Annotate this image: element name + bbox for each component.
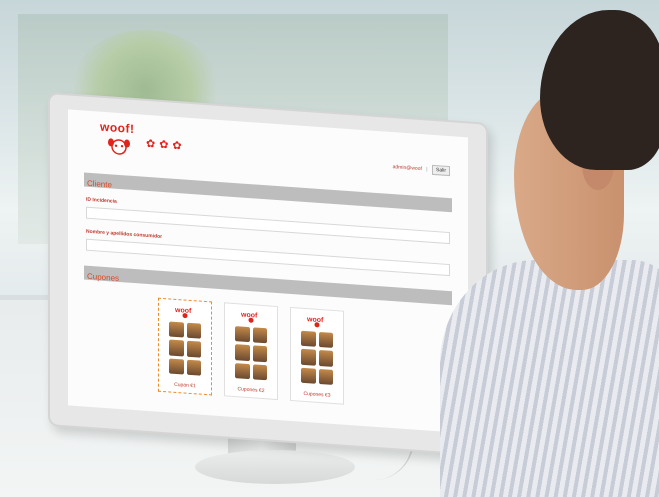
coupon-card[interactable]: woof Cupones €2 bbox=[224, 302, 278, 401]
user-link[interactable]: admin@woof bbox=[393, 164, 422, 172]
logo-text: woof! bbox=[100, 119, 135, 137]
coupon-list: woof Cupón €1 woof Cupones €2 woof Cupon… bbox=[158, 297, 358, 412]
woof-logo-icon: woof bbox=[241, 311, 258, 323]
dog-icon bbox=[108, 138, 130, 155]
user-area: admin@woof | Salir bbox=[393, 162, 450, 177]
coupon-label: Cupones €3 bbox=[303, 390, 331, 399]
woof-logo[interactable]: woof! bbox=[100, 120, 140, 167]
person-shirt bbox=[440, 260, 659, 497]
monitor: woof! ✿✿✿ admin@woof | Salir Cliente ID … bbox=[48, 92, 488, 457]
monitor-stand-base bbox=[195, 450, 355, 484]
coupon-images bbox=[301, 330, 333, 385]
woof-logo-icon: woof bbox=[175, 307, 192, 319]
person-hair bbox=[540, 10, 659, 170]
coupon-label: Cupones €2 bbox=[237, 386, 265, 395]
coupon-images bbox=[235, 326, 267, 381]
coupon-card[interactable]: woof Cupones €3 bbox=[290, 306, 344, 405]
section-cliente-title: Cliente bbox=[87, 178, 112, 190]
woof-logo-icon: woof bbox=[307, 316, 324, 328]
incidencia-label: ID Incidencia bbox=[86, 196, 117, 205]
logout-button[interactable]: Salir bbox=[431, 164, 450, 177]
monitor-screen: woof! ✿✿✿ admin@woof | Salir Cliente ID … bbox=[68, 109, 468, 434]
coupon-card[interactable]: woof Cupón €1 bbox=[158, 297, 212, 396]
coupon-images bbox=[169, 321, 201, 376]
nombre-label: Nombre y apellidos consumidor bbox=[86, 228, 163, 240]
section-cupones-title: Cupones bbox=[87, 271, 120, 283]
paw-prints-icon: ✿✿✿ bbox=[146, 137, 186, 153]
person bbox=[440, 10, 659, 497]
coupon-label: Cupón €1 bbox=[174, 381, 196, 390]
office-scene: woof! ✿✿✿ admin@woof | Salir Cliente ID … bbox=[0, 0, 659, 497]
separator: | bbox=[426, 166, 428, 173]
